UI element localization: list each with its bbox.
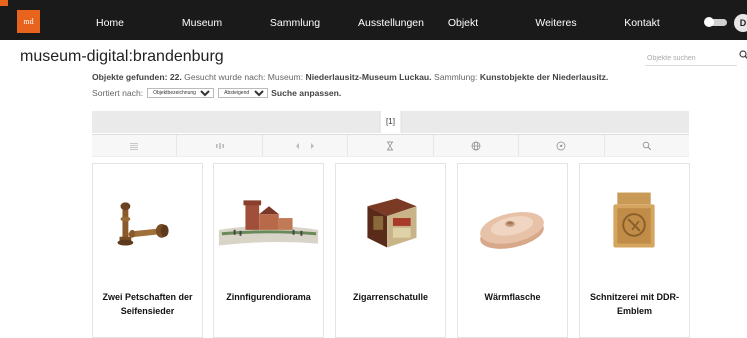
nav-kontakt[interactable]: Kontakt (624, 0, 660, 40)
nav-objekt[interactable]: Objekt (448, 0, 478, 40)
object-image-zinnfigurendiorama (218, 200, 319, 246)
page-number[interactable]: [1] (379, 111, 402, 133)
list-view-button[interactable] (92, 135, 178, 156)
site-logo[interactable]: md (17, 10, 40, 33)
view-toolbar (92, 134, 689, 157)
object-grid: Zwei Petschaften der Seifensieder Zinnfi… (92, 163, 690, 338)
object-title: Schnitzerei mit DDR-Emblem (589, 292, 679, 316)
object-title: Zigarrenschatulle (352, 292, 429, 302)
compass-button[interactable] (519, 135, 605, 156)
object-title: Zwei Petschaften der Seifensieder (102, 292, 193, 316)
nav-home[interactable]: Home (96, 0, 124, 40)
object-card[interactable]: Schnitzerei mit DDR-Emblem (579, 163, 690, 338)
sort-order-select[interactable]: Absteigend (218, 88, 269, 98)
compass-icon (556, 141, 566, 150)
column-view-button[interactable] (177, 135, 263, 156)
sort-controls: Sortiert nach: Objektbezeichnung Absteig… (92, 88, 341, 98)
search-icon[interactable] (739, 50, 747, 60)
object-card[interactable]: Zinnfigurendiorama (213, 163, 324, 338)
search-input[interactable] (645, 52, 737, 66)
hourglass-icon (387, 141, 394, 150)
sort-field-select[interactable]: Objektbezeichnung (147, 88, 215, 98)
page-title: museum-digital:brandenburg (20, 48, 224, 65)
theme-toggle[interactable] (704, 17, 727, 27)
logo-corner-accent (0, 0, 8, 6)
object-title: Wärmflasche (484, 292, 541, 302)
column-view-icon (215, 142, 224, 149)
zoom-search-icon (642, 141, 651, 150)
globe-icon (471, 141, 481, 150)
searched-label: Gesucht wurde nach: Museum: (181, 72, 306, 82)
object-card[interactable]: Zwei Petschaften der Seifensieder (92, 163, 203, 338)
object-image-waermflasche (480, 211, 544, 249)
object-image-zigarrenschatulle (367, 198, 417, 248)
object-image-petschaften (117, 202, 169, 246)
nav-sammlung[interactable]: Sammlung (270, 0, 320, 40)
avatar[interactable]: D (734, 14, 747, 32)
object-card[interactable]: Zigarrenschatulle (335, 163, 446, 338)
sort-label: Sortiert nach: (92, 88, 144, 98)
nav-weiteres[interactable]: Weiteres (535, 0, 576, 40)
found-count: Objekte gefunden: 22. (92, 72, 182, 82)
adjust-search-link[interactable]: Suche anpassen. (271, 88, 341, 98)
nav-museum[interactable]: Museum (182, 0, 222, 40)
object-image-schnitzerei (613, 192, 655, 248)
object-title: Zinnfigurendiorama (226, 292, 311, 302)
museum-name: Niederlausitz-Museum Luckau. (305, 72, 432, 82)
nav-ausstellungen[interactable]: Ausstellungen (358, 0, 424, 40)
result-summary: Objekte gefunden: 22. Gesucht wurde nach… (92, 72, 608, 82)
slideshow-icon (296, 142, 315, 149)
zoom-search-button[interactable] (605, 135, 689, 156)
timeline-button[interactable] (348, 135, 434, 156)
slideshow-button[interactable] (263, 135, 349, 156)
map-button[interactable] (434, 135, 520, 156)
collection-label: Sammlung: (431, 72, 480, 82)
top-navigation-bar: md Home Museum Sammlung Ausstellungen Ob… (0, 0, 747, 40)
list-view-icon (130, 142, 139, 150)
object-card[interactable]: Wärmflasche (457, 163, 568, 338)
pagination-bar: [1] (92, 111, 689, 133)
collection-name: Kunstobjekte der Niederlausitz. (479, 72, 609, 82)
